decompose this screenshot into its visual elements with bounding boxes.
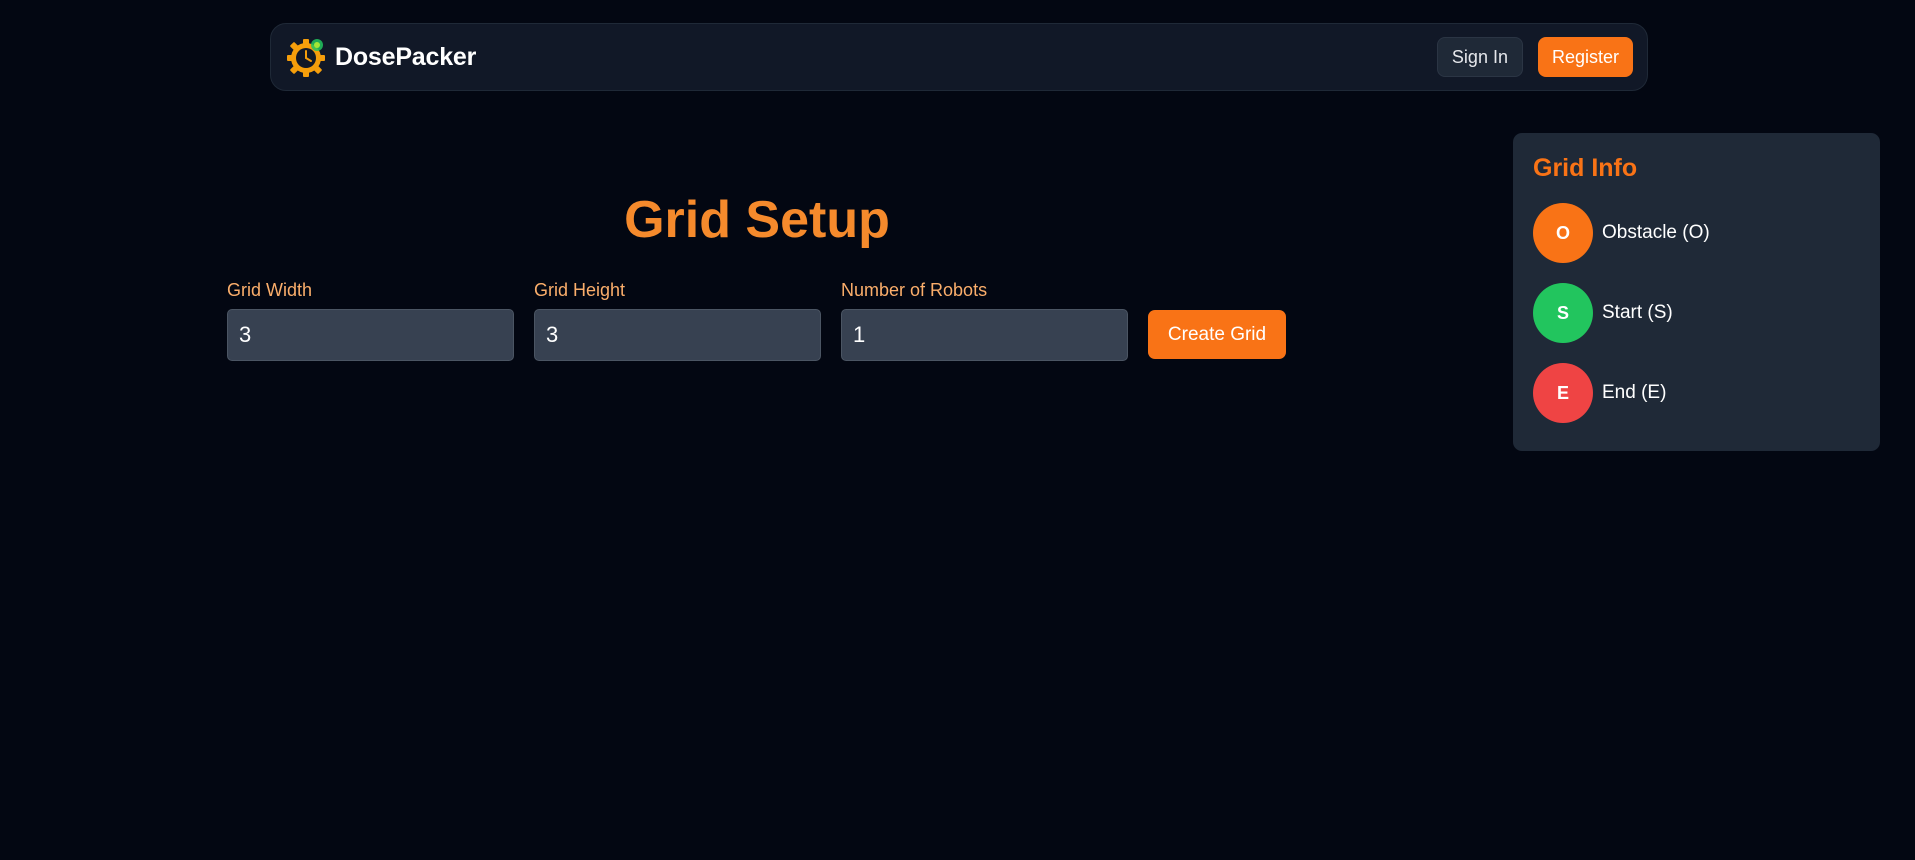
end-label: End (E) [1602,382,1667,403]
grid-info-panel: Grid Info O Obstacle (O) S Start (S) E E… [1513,133,1880,451]
legend-list: O Obstacle (O) S Start (S) E End (E) [1533,203,1860,423]
grid-height-field: Grid Height 3 [534,278,821,361]
create-grid-button[interactable]: Create Grid [1148,310,1286,359]
gear-clock-logo-icon [287,39,325,77]
brand[interactable]: DosePacker [285,36,476,78]
nav-actions: Sign In Register [1436,37,1633,77]
grid-height-label: Grid Height [534,280,626,300]
start-label: Start (S) [1602,302,1673,323]
grid-width-field: Grid Width 3 [227,278,514,361]
robots-field: Number of Robots 1 [841,278,1128,361]
register-button[interactable]: Register [1537,37,1633,77]
navbar: DosePacker Sign In Register [270,23,1648,91]
end-badge: E [1533,363,1593,423]
brand-name: DosePacker [335,42,477,71]
robots-label: Number of Robots [841,280,988,300]
legend-item-start: S Start (S) [1533,283,1860,343]
page-title: Grid Setup [624,191,890,249]
obstacle-label: Obstacle (O) [1602,222,1710,243]
grid-height-input[interactable]: 3 [534,309,821,361]
grid-width-label: Grid Width [227,280,313,300]
grid-info-title: Grid Info [1533,154,1638,182]
legend-item-end: E End (E) [1533,363,1860,423]
grid-width-input[interactable]: 3 [227,309,514,361]
legend-item-obstacle: O Obstacle (O) [1533,203,1860,263]
page: DosePacker Sign In Register Grid Setup G… [0,0,1915,860]
start-badge: S [1533,283,1593,343]
sign-in-button[interactable]: Sign In [1436,37,1523,77]
obstacle-badge: O [1533,203,1593,263]
robots-input[interactable]: 1 [841,309,1128,361]
